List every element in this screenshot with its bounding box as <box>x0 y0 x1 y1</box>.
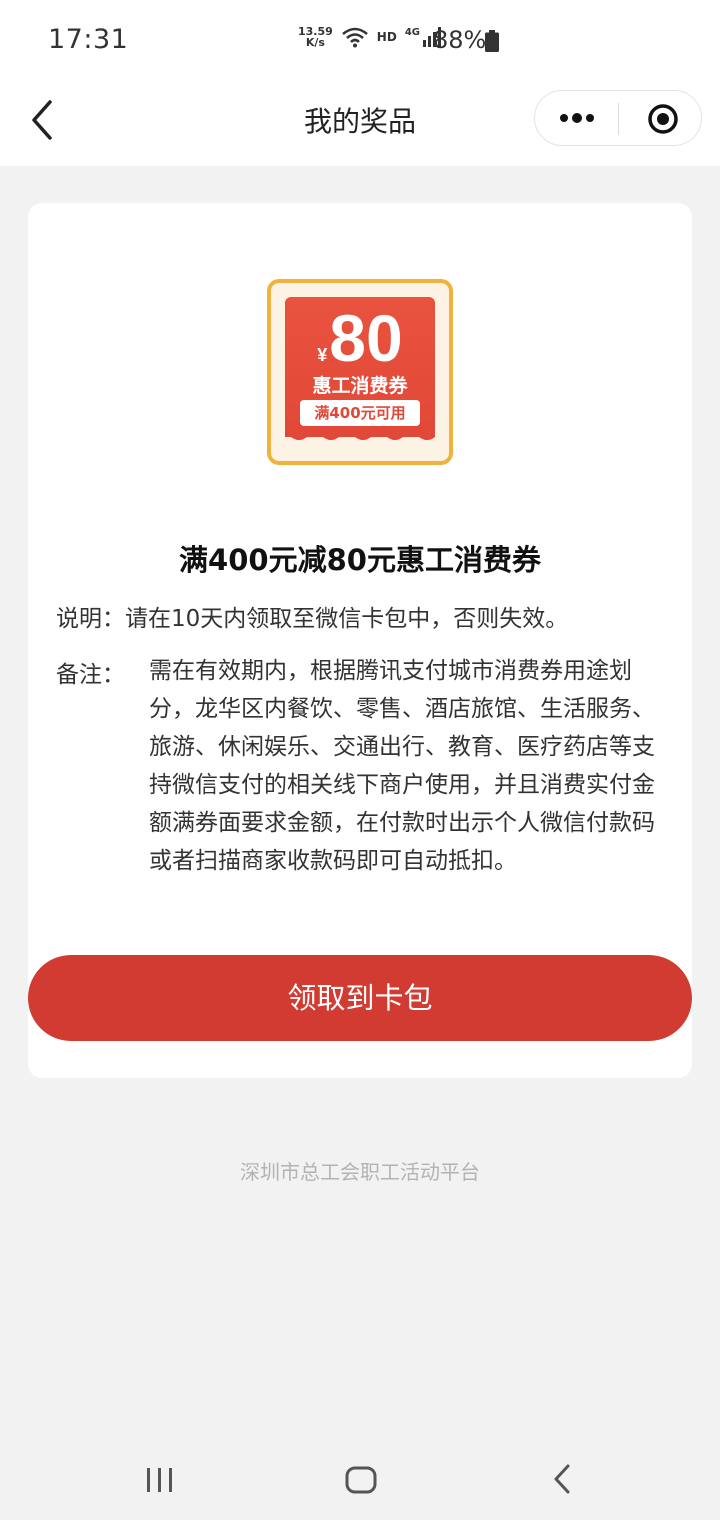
hd-label: HD <box>376 30 397 44</box>
network-type: 4G <box>404 26 420 38</box>
coupon-amount-value: 80 <box>329 301 403 375</box>
capsule-divider <box>618 103 619 135</box>
coupon-name: 惠工消费券 <box>312 375 408 397</box>
coupon-wave-edge <box>285 433 435 440</box>
wifi-icon <box>341 27 368 48</box>
network-speed: 13.59 K/s <box>298 26 333 48</box>
status-time: 17:31 <box>48 24 129 55</box>
close-icon[interactable] <box>647 103 679 135</box>
battery-icon <box>485 30 499 52</box>
footer-text: 深圳市总工会职工活动平台 <box>240 1160 480 1184</box>
recent-apps-icon[interactable] <box>145 1466 175 1494</box>
network-speed-unit: K/s <box>305 36 325 49</box>
coupon-condition: 满400元可用 <box>300 400 420 426</box>
coupon-image: ¥80 惠工消费券 满400元可用 <box>267 279 453 465</box>
home-icon[interactable] <box>345 1466 377 1494</box>
nav-bar: 我的奖品 <box>0 80 720 166</box>
battery-percent: 88% <box>433 26 487 54</box>
status-bar: 17:31 13.59 K/s HD 4G 88% <box>0 0 720 80</box>
prize-card: ¥80 惠工消费券 满400元可用 满400元减80元惠工消费券 说明：请在10… <box>28 203 692 1078</box>
system-nav-bar <box>0 1432 720 1520</box>
mini-program-capsule <box>534 90 702 146</box>
more-icon[interactable] <box>559 111 595 125</box>
prize-description: 说明：请在10天内领取至微信卡包中，否则失效。 <box>56 606 569 632</box>
note-text: 需在有效期内，根据腾讯支付城市消费券用途划分，龙华区内餐饮、零售、酒店旅馆、生活… <box>149 658 655 874</box>
coupon-currency: ¥ <box>317 345 328 365</box>
system-back-icon[interactable] <box>552 1464 572 1494</box>
screen: 17:31 13.59 K/s HD 4G 88% 我的奖品 ¥80 惠工消费券… <box>0 0 720 1520</box>
prize-title: 满400元减80元惠工消费券 <box>179 543 541 577</box>
status-indicators: 13.59 K/s HD 4G <box>298 26 442 48</box>
claim-to-card-wallet-button[interactable]: 领取到卡包 <box>28 955 692 1041</box>
note-label: 备注： <box>56 662 125 688</box>
coupon-face: ¥80 惠工消费券 满400元可用 <box>285 297 435 437</box>
